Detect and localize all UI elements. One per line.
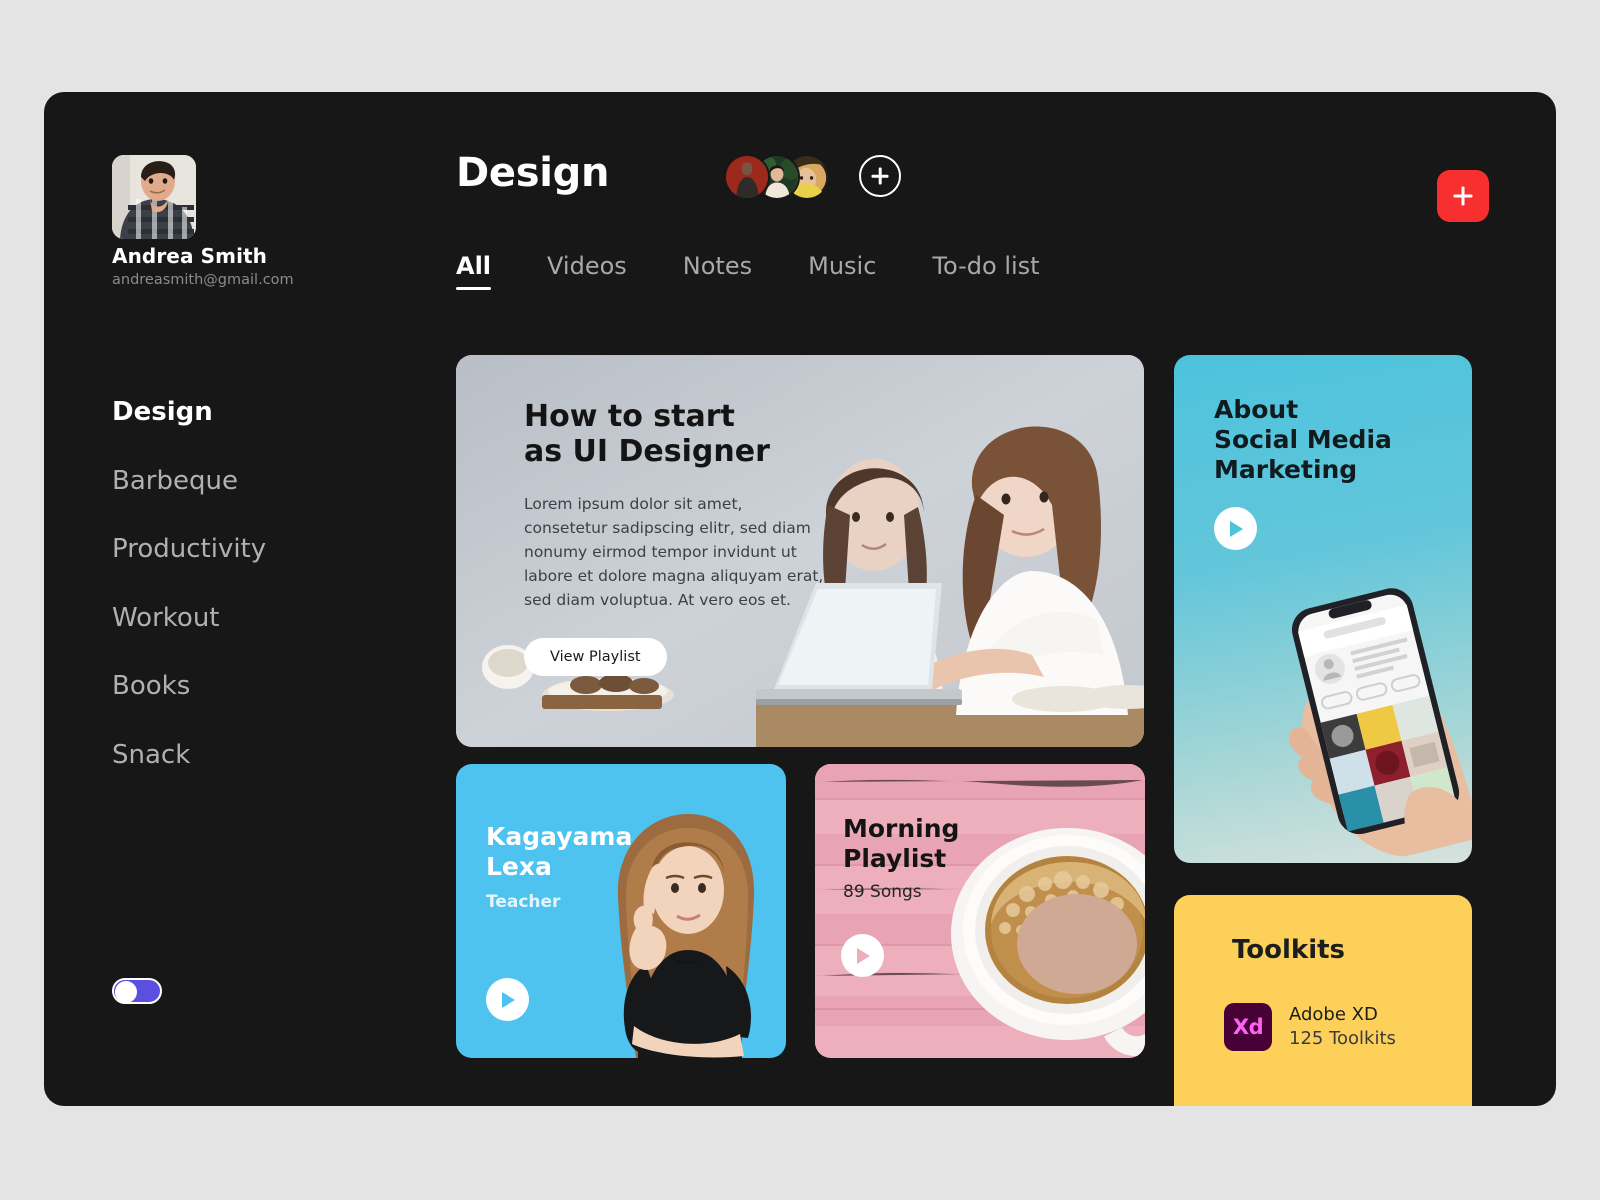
teacher-name: Kagayama Lexa — [486, 822, 633, 881]
toolkits-title: Toolkits — [1232, 935, 1346, 965]
about-play-button[interactable] — [1214, 507, 1257, 550]
toolkits-card[interactable]: Toolkits Xd Adobe XD 125 Toolkits — [1174, 895, 1472, 1106]
teacher-play-button[interactable] — [486, 978, 529, 1021]
play-icon — [1229, 520, 1243, 537]
toolkit-count: 125 Toolkits — [1289, 1028, 1396, 1050]
teacher-text-block: Kagayama Lexa Teacher — [486, 822, 632, 912]
hero-card[interactable]: How to start as UI Designer Lorem ipsum … — [456, 355, 1144, 747]
toolkit-item-text: Adobe XD 125 Toolkits — [1289, 1003, 1396, 1052]
playlist-play-button[interactable] — [841, 934, 884, 977]
play-icon — [501, 991, 515, 1008]
teacher-card[interactable]: Kagayama Lexa Teacher — [456, 764, 786, 1058]
teacher-role: Teacher — [486, 892, 561, 912]
toolkit-name: Adobe XD — [1289, 1004, 1378, 1025]
content-grid: How to start as UI Designer Lorem ipsum … — [44, 92, 1556, 1106]
hand-holding-phone-photo-icon — [1288, 588, 1472, 857]
view-playlist-button[interactable]: View Playlist — [524, 637, 667, 676]
member-avatar-1[interactable] — [724, 154, 770, 200]
hero-title: How to start as UI Designer — [524, 399, 770, 470]
coffee-cup-on-pink-wood-photo-icon — [815, 764, 1145, 1058]
playlist-text-block: Morning Playlist 89 Songs — [843, 814, 959, 902]
play-icon — [856, 947, 870, 964]
playlist-card[interactable]: Morning Playlist 89 Songs — [815, 764, 1145, 1058]
about-card[interactable]: About Social Media Marketing — [1174, 355, 1472, 863]
hero-description: Lorem ipsum dolor sit amet, consetetur s… — [524, 494, 824, 609]
member-avatar-1-icon — [726, 156, 768, 198]
hero-text-block: How to start as UI Designer Lorem ipsum … — [524, 399, 824, 676]
playlist-song-count: 89 Songs — [843, 882, 922, 902]
app-panel: Andrea Smith andreasmith@gmail.com Desig… — [44, 92, 1556, 1106]
playlist-title: Morning Playlist — [843, 814, 960, 873]
about-card-title: About Social Media Marketing — [1214, 395, 1392, 484]
adobe-xd-icon: Xd — [1224, 1003, 1272, 1052]
toolkit-item[interactable]: Xd Adobe XD 125 Toolkits — [1224, 1003, 1396, 1052]
